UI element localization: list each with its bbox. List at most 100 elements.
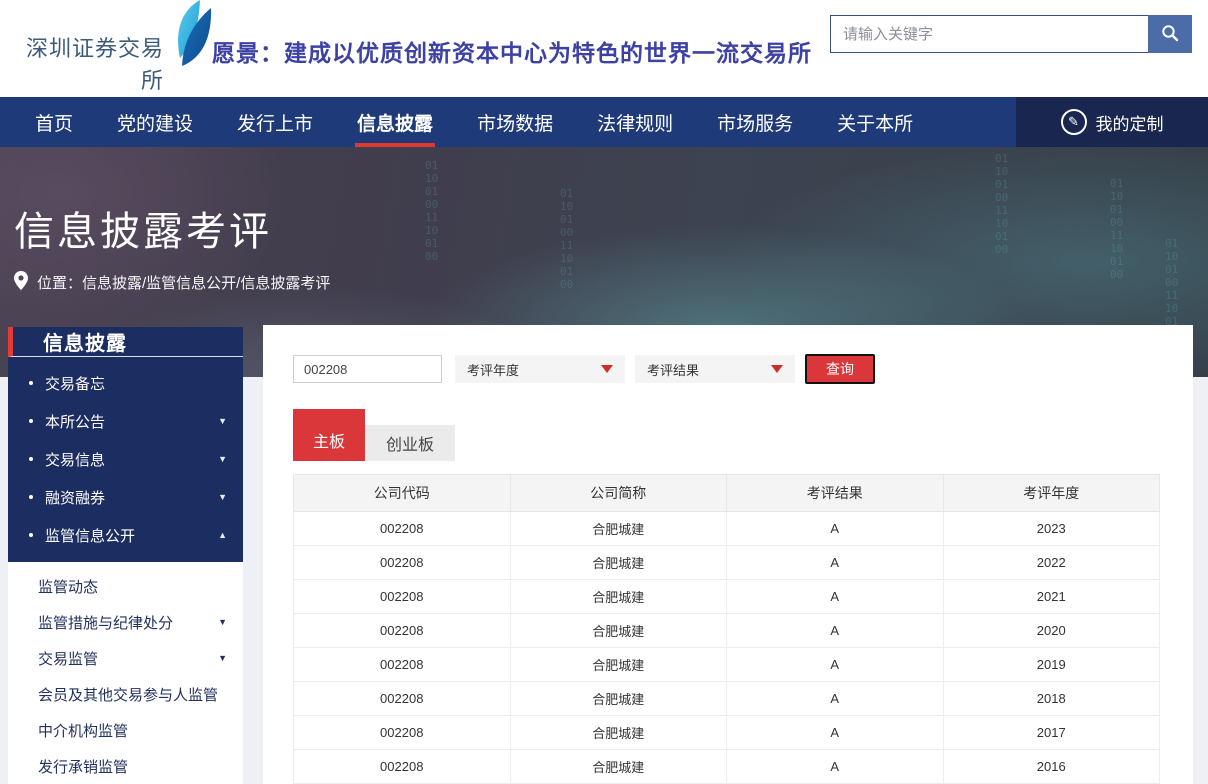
cell-year: 2021: [943, 580, 1160, 614]
nav-item-party[interactable]: 党的建设: [117, 97, 193, 147]
company-code-input[interactable]: [293, 355, 442, 383]
submenu-item-member-supervision[interactable]: 会员及其他交易参与人监管: [8, 676, 243, 712]
page-title: 信息披露考评: [14, 199, 272, 257]
binary-pattern: 01 10 01 00 11 10 01 00: [425, 159, 438, 263]
chevron-up-icon: ▲: [218, 530, 227, 540]
page: 深圳证券交易所 SHENZHEN STOCK EXCHANGE 愿景：建成以优质…: [0, 0, 1208, 784]
sidebar-item-label: 融资融券: [45, 487, 105, 508]
submenu-item-measures-discipline[interactable]: 监管措施与纪律处分 ▼: [8, 604, 243, 640]
sidebar-item-trading-memo[interactable]: 交易备忘: [8, 364, 243, 402]
binary-pattern: 01 10 01 00 11 10 01 00: [560, 187, 573, 291]
cell-year: 2016: [943, 750, 1160, 784]
submenu-item-intermediary-supervision[interactable]: 中介机构监管: [8, 712, 243, 748]
evaluation-year-dropdown[interactable]: 考评年度: [455, 355, 625, 383]
submenu-item-trading-supervision[interactable]: 交易监管 ▼: [8, 640, 243, 676]
table-header-row: 公司代码 公司简称 考评结果 考评年度: [294, 475, 1160, 512]
top-header: 深圳证券交易所 SHENZHEN STOCK EXCHANGE 愿景：建成以优质…: [0, 0, 1208, 97]
sidebar-item-label: 本所公告: [45, 411, 105, 432]
caret-down-icon: [601, 365, 613, 373]
table-row: 002208 合肥城建 A 2021: [294, 580, 1160, 614]
bullet-icon: [29, 533, 33, 537]
bullet-icon: [29, 381, 33, 385]
nav-item-disclosure[interactable]: 信息披露: [357, 97, 433, 147]
cell-year: 2019: [943, 648, 1160, 682]
nav-item-rules[interactable]: 法律规则: [597, 97, 673, 147]
cell-result: A: [727, 614, 944, 648]
search-button[interactable]: [1148, 15, 1192, 53]
cell-name: 合肥城建: [510, 716, 727, 750]
cell-name: 合肥城建: [510, 750, 727, 784]
table-row: 002208 合肥城建 A 2017: [294, 716, 1160, 750]
table-row: 002208 合肥城建 A 2019: [294, 648, 1160, 682]
submenu-item-label: 发行承销监管: [38, 756, 128, 777]
nav-item-market-data[interactable]: 市场数据: [477, 97, 553, 147]
binary-pattern: 01 10 01 00 11 10 01 00: [1110, 177, 1123, 281]
tab-chinext[interactable]: 创业板: [365, 425, 455, 461]
cell-name: 合肥城建: [510, 682, 727, 716]
nav-item-home[interactable]: 首页: [35, 97, 73, 147]
cell-name: 合肥城建: [510, 546, 727, 580]
cell-code: 002208: [294, 716, 511, 750]
szse-logo-icon: [166, 0, 214, 73]
evaluation-year-label: 考评年度: [467, 360, 519, 379]
cell-code: 002208: [294, 648, 511, 682]
submenu-item-regulatory-news[interactable]: 监管动态: [8, 568, 243, 604]
table-row: 002208 合肥城建 A 2022: [294, 546, 1160, 580]
evaluation-result-dropdown[interactable]: 考评结果: [635, 355, 795, 383]
cell-code: 002208: [294, 614, 511, 648]
evaluation-table: 公司代码 公司简称 考评结果 考评年度 002208 合肥城建 A 2023 0…: [293, 474, 1160, 784]
pencil-circle-icon: ✎: [1061, 109, 1087, 135]
search-input[interactable]: [830, 15, 1148, 53]
submenu-item-label: 会员及其他交易参与人监管: [38, 684, 218, 705]
submenu-item-label: 交易监管: [38, 648, 98, 669]
submenu-item-underwriting-supervision[interactable]: 发行承销监管: [8, 748, 243, 784]
table-row: 002208 合肥城建 A 2018: [294, 682, 1160, 716]
cell-year: 2018: [943, 682, 1160, 716]
breadcrumb: 位置：信息披露/监管信息公开/信息披露考评: [14, 271, 330, 294]
chevron-down-icon: ▼: [218, 653, 227, 663]
col-header-company-name: 公司简称: [510, 475, 727, 512]
my-customization-button[interactable]: ✎ 我的定制: [1016, 97, 1208, 147]
submenu-item-label: 监管动态: [38, 576, 98, 597]
evaluation-result-label: 考评结果: [647, 360, 699, 379]
sidebar-title: 信息披露: [8, 327, 243, 357]
site-search: [830, 15, 1192, 53]
query-button[interactable]: 查询: [805, 354, 875, 384]
table-row: 002208 合肥城建 A 2016: [294, 750, 1160, 784]
cell-name: 合肥城建: [510, 580, 727, 614]
caret-down-icon: [771, 365, 783, 373]
submenu-item-label: 监管措施与纪律处分: [38, 612, 173, 633]
sidebar-item-trading-info[interactable]: 交易信息 ▼: [8, 440, 243, 478]
table-row: 002208 合肥城建 A 2020: [294, 614, 1160, 648]
cell-year: 2017: [943, 716, 1160, 750]
breadcrumb-text: 位置：信息披露/监管信息公开/信息披露考评: [37, 272, 330, 293]
tab-main-board[interactable]: 主板: [293, 409, 365, 461]
sidebar-item-label: 交易信息: [45, 449, 105, 470]
bullet-icon: [29, 457, 33, 461]
table-row: 002208 合肥城建 A 2023: [294, 512, 1160, 546]
cell-result: A: [727, 716, 944, 750]
sidebar-item-label: 监管信息公开: [45, 525, 135, 546]
cell-name: 合肥城建: [510, 614, 727, 648]
chevron-down-icon: ▼: [218, 416, 227, 426]
bullet-icon: [29, 419, 33, 423]
cell-code: 002208: [294, 750, 511, 784]
main-nav: 首页 党的建设 发行上市 信息披露 市场数据 法律规则 市场服务 关于本所 ✎ …: [0, 97, 1208, 147]
sidebar-menu: 交易备忘 本所公告 ▼ 交易信息 ▼ 融资融券 ▼ 监管信息公开 ▲: [8, 357, 243, 562]
cell-code: 002208: [294, 512, 511, 546]
location-pin-icon: [14, 271, 28, 294]
sidebar: 信息披露 交易备忘 本所公告 ▼ 交易信息 ▼ 融资融券 ▼: [8, 327, 243, 784]
cell-year: 2020: [943, 614, 1160, 648]
sidebar-submenu: 监管动态 监管措施与纪律处分 ▼ 交易监管 ▼ 会员及其他交易参与人监管 中介机…: [8, 562, 243, 784]
nav-item-listing[interactable]: 发行上市: [237, 97, 313, 147]
submenu-item-label: 中介机构监管: [38, 720, 128, 741]
nav-item-about[interactable]: 关于本所: [837, 97, 913, 147]
binary-pattern: 01 10 01 00 11 10 01 00: [995, 152, 1008, 256]
cell-name: 合肥城建: [510, 648, 727, 682]
sidebar-item-regulatory-disclosure[interactable]: 监管信息公开 ▲: [8, 516, 243, 554]
sidebar-item-margin-trading[interactable]: 融资融券 ▼: [8, 478, 243, 516]
cell-name: 合肥城建: [510, 512, 727, 546]
sidebar-item-announcements[interactable]: 本所公告 ▼: [8, 402, 243, 440]
nav-item-services[interactable]: 市场服务: [717, 97, 793, 147]
my-customization-label: 我的定制: [1096, 110, 1164, 135]
